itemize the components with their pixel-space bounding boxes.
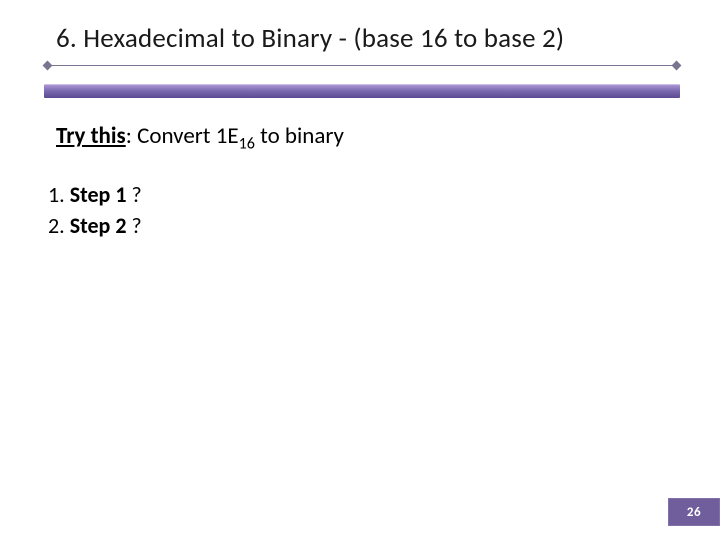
try-this-prompt: Try this: Convert 1E16 to binary (56, 122, 344, 154)
prompt-subscript: 16 (239, 135, 255, 154)
rule-line (50, 65, 674, 66)
page-number: 26 (687, 505, 701, 520)
prompt-text-after: to binary (255, 122, 344, 150)
step-tail: ? (126, 212, 141, 239)
accent-bar (44, 84, 680, 98)
step-tail: ? (126, 181, 141, 208)
page-number-badge: 26 (668, 498, 720, 526)
step-name: Step 1 (70, 181, 127, 208)
prompt-text-before: Convert 1E (132, 122, 239, 150)
slide-title: 6. Hexadecimal to Binary - (base 16 to b… (56, 22, 680, 55)
step-name: Step 2 (70, 212, 127, 239)
step-number: 2. (48, 212, 65, 239)
steps-list: 1. Step 1 ? 2. Step 2 ? (48, 180, 142, 242)
title-rule (44, 62, 680, 70)
step-item: 2. Step 2 ? (48, 211, 142, 242)
slide: 6. Hexadecimal to Binary - (base 16 to b… (0, 0, 720, 540)
step-number: 1. (48, 181, 65, 208)
prompt-lead: Try this (56, 122, 126, 150)
step-item: 1. Step 1 ? (48, 180, 142, 211)
rule-diamond-right-icon (672, 61, 682, 71)
